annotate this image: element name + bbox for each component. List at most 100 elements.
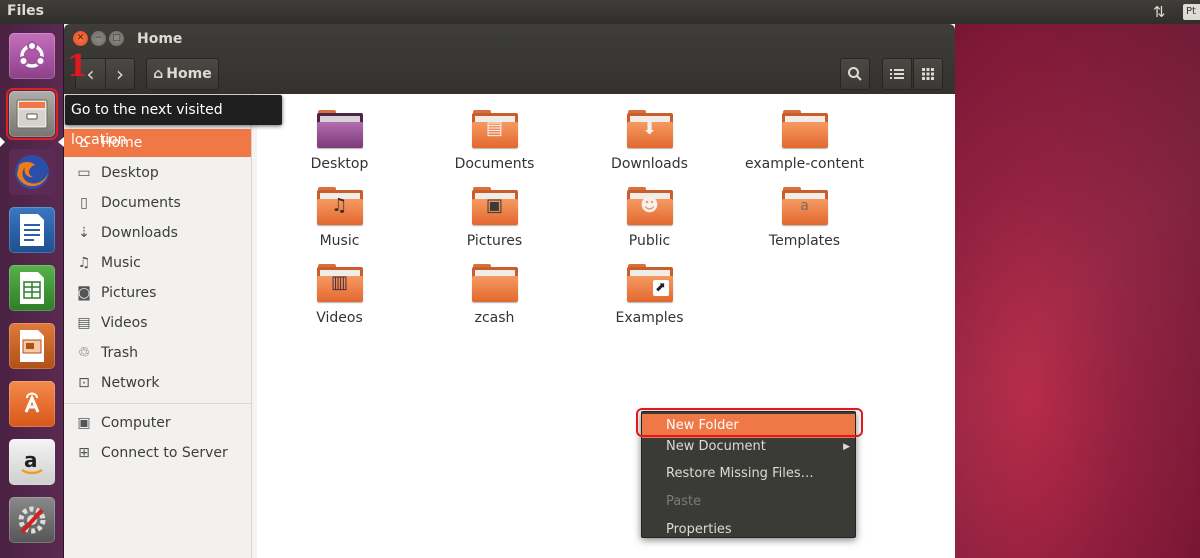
folder-templates-icon: a	[781, 187, 828, 227]
folder-public[interactable]: ☻ Public	[572, 187, 727, 261]
file-label: Pictures	[466, 233, 523, 249]
sidebar-item-trash[interactable]: ♲ Trash	[64, 339, 251, 367]
camera-icon: ◙	[77, 285, 91, 301]
shopping-bag-icon	[9, 381, 55, 427]
file-label: Downloads	[611, 156, 688, 172]
sidebar-item-desktop[interactable]: ▭ Desktop	[64, 159, 251, 187]
folder-pictures-icon: ▣	[471, 187, 518, 227]
sidebar-item-network[interactable]: ⊡ Network	[64, 369, 251, 397]
launcher-libreoffice-writer[interactable]	[6, 204, 58, 256]
folder-symlink-icon: ⬈	[626, 264, 673, 304]
firefox-icon	[9, 149, 55, 195]
folder-icon	[781, 110, 828, 150]
window-titlebar: ✕ − □ Home ‹ › ⌂ Home	[64, 24, 955, 94]
settings-wrench-icon	[9, 497, 55, 543]
sidebar-item-label: Desktop	[101, 165, 159, 181]
menu-item-label: New Document	[666, 439, 766, 454]
folder-icon	[471, 264, 518, 304]
folder-downloads[interactable]: ⬇ Downloads	[572, 110, 727, 184]
folder-documents[interactable]: ▤ Documents	[417, 110, 572, 184]
places-sidebar: ⌂ Home ▭ Desktop ▯ Documents ⇣ Downloads…	[64, 94, 252, 558]
sidebar-item-pictures[interactable]: ◙ Pictures	[64, 279, 251, 307]
folder-templates[interactable]: a Templates	[727, 187, 882, 261]
folder-icon	[316, 110, 363, 150]
sidebar-divider	[64, 403, 251, 404]
network-transfer-icon[interactable]: ⇅	[1153, 3, 1166, 21]
launcher-libreoffice-calc[interactable]	[6, 262, 58, 314]
desktop-icon: ▭	[77, 165, 91, 181]
close-window-button[interactable]: ✕	[73, 31, 88, 46]
download-icon: ⇣	[78, 225, 90, 241]
window-title: Home	[137, 31, 183, 47]
chevron-right-icon: ›	[116, 62, 124, 86]
folder-downloads-icon: ⬇	[626, 110, 673, 150]
folder-pictures[interactable]: ▣ Pictures	[417, 187, 572, 261]
folder-videos[interactable]: ▥ Videos	[262, 264, 417, 338]
launcher-system-settings[interactable]	[6, 494, 58, 546]
search-icon	[848, 67, 862, 81]
folder-music[interactable]: ♫ Music	[262, 187, 417, 261]
computer-icon: ▣	[77, 415, 91, 431]
launcher-files[interactable]	[6, 88, 58, 140]
maximize-window-button[interactable]: □	[109, 31, 124, 46]
top-panel-title: Files	[7, 3, 44, 19]
trash-icon: ♲	[77, 345, 91, 361]
maximize-icon: □	[112, 33, 121, 43]
sidebar-item-connect-to-server[interactable]: ⊞ Connect to Server	[64, 439, 251, 467]
launcher-libreoffice-impress[interactable]	[6, 320, 58, 372]
music-icon: ♫	[77, 255, 91, 271]
file-label: Videos	[316, 310, 363, 326]
file-label: Public	[628, 233, 671, 249]
file-label: Desktop	[310, 156, 369, 172]
ubuntu-logo-icon	[9, 33, 55, 79]
path-bar-home-button[interactable]: ⌂ Home	[146, 58, 219, 90]
folder-public-icon: ☻	[626, 187, 673, 227]
sidebar-item-label: Connect to Server	[101, 445, 228, 461]
sidebar-item-label: Trash	[101, 345, 138, 361]
folder-desktop[interactable]: Desktop	[262, 110, 417, 184]
tooltip: Go to the next visited location	[65, 95, 282, 148]
list-view-button[interactable]	[882, 58, 912, 90]
sidebar-item-label: Downloads	[101, 225, 178, 241]
sidebar-item-label: Pictures	[101, 285, 157, 301]
folder-music-icon: ♫	[316, 187, 363, 227]
sidebar-item-downloads[interactable]: ⇣ Downloads	[64, 219, 251, 247]
sidebar-item-documents[interactable]: ▯ Documents	[64, 189, 251, 217]
launcher-ubuntu-dash[interactable]	[6, 30, 58, 82]
file-label: Examples	[615, 310, 684, 326]
grid-view-button[interactable]	[913, 58, 943, 90]
file-label: Templates	[768, 233, 841, 249]
libreoffice-impress-icon	[9, 323, 55, 369]
launcher-software-center[interactable]	[6, 378, 58, 430]
minimize-icon: −	[94, 33, 103, 43]
path-bar-home-label: Home	[166, 66, 212, 82]
running-indicator	[0, 137, 5, 147]
folder-zcash[interactable]: zcash	[417, 264, 572, 338]
search-button[interactable]	[840, 58, 870, 90]
server-icon: ⊞	[78, 445, 90, 461]
sidebar-item-label: Network	[101, 375, 160, 391]
amazon-icon: a	[9, 439, 55, 485]
sidebar-item-videos[interactable]: ▤ Videos	[64, 309, 251, 337]
step-annotation: 1	[67, 49, 88, 84]
libreoffice-calc-icon	[9, 265, 55, 311]
menu-item-restore-missing-files[interactable]: Restore Missing Files…	[642, 462, 855, 486]
sidebar-item-label: Documents	[101, 195, 181, 211]
sidebar-item-music[interactable]: ♫ Music	[64, 249, 251, 277]
sidebar-item-computer[interactable]: ▣ Computer	[64, 409, 251, 437]
folder-example-content[interactable]: example-content	[727, 110, 882, 184]
libreoffice-writer-icon	[9, 207, 55, 253]
menu-item-new-document[interactable]: New Document ▶	[642, 435, 855, 459]
forward-button[interactable]: ›	[105, 58, 135, 90]
sidebar-item-label: Computer	[101, 415, 171, 431]
launcher-amazon[interactable]: a	[6, 436, 58, 488]
folder-examples[interactable]: ⬈ Examples	[572, 264, 727, 338]
sidebar-item-label: Music	[101, 255, 141, 271]
folder-videos-icon: ▥	[316, 264, 363, 304]
grid-view-icon	[922, 68, 934, 80]
keyboard-layout-indicator[interactable]: Pt	[1183, 4, 1200, 20]
minimize-window-button[interactable]: −	[91, 31, 106, 46]
menu-item-properties[interactable]: Properties	[642, 518, 855, 542]
launcher-firefox[interactable]	[6, 146, 58, 198]
film-icon: ▤	[77, 315, 91, 331]
